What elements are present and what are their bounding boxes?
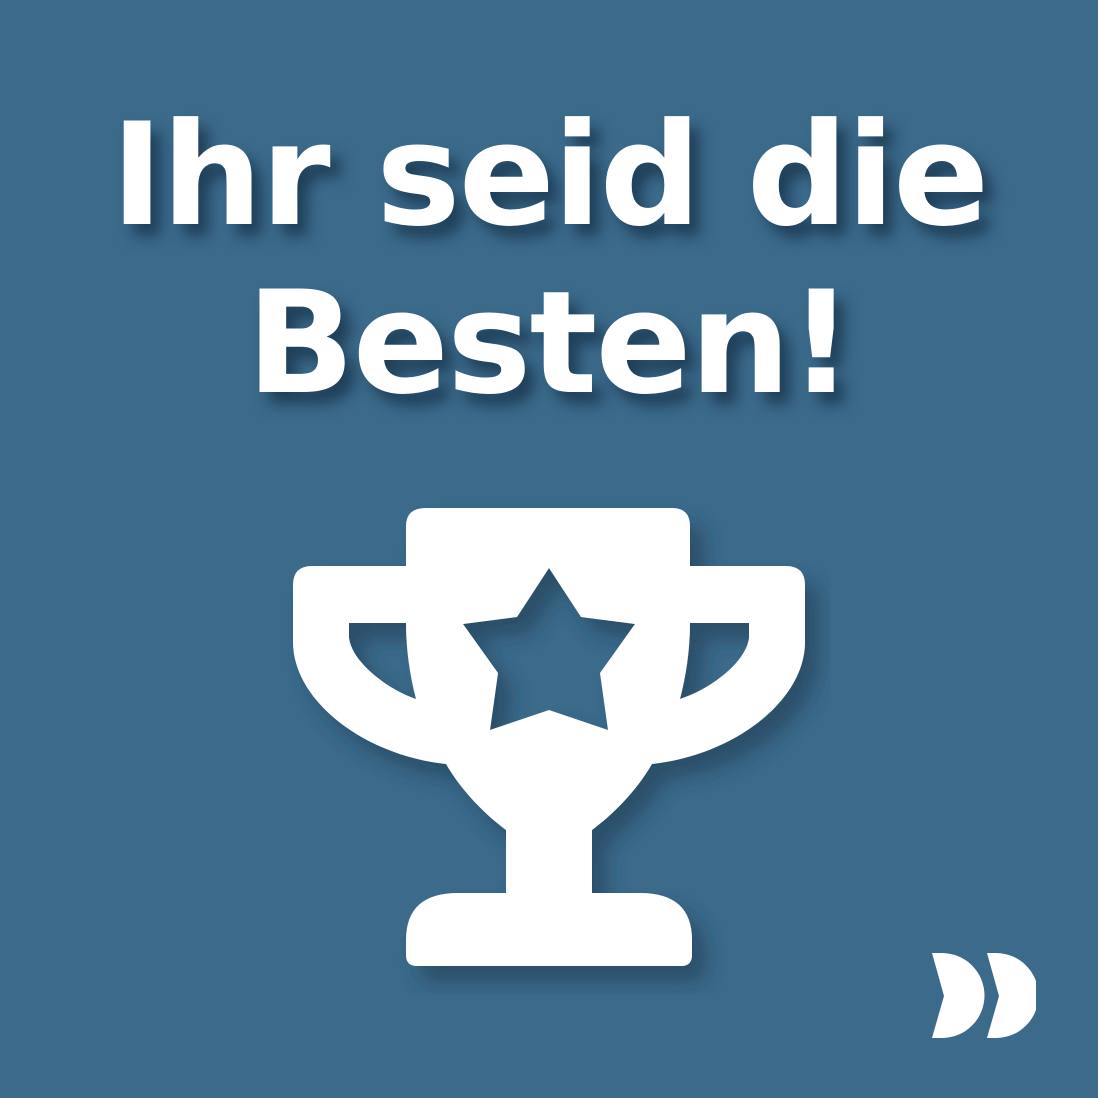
trophy-star-icon — [293, 508, 805, 966]
double-chevron-logo — [932, 953, 1036, 1038]
headline-line-1: Ihr seid die — [110, 93, 990, 258]
headline-line-2: Besten! — [246, 261, 853, 426]
headline: Ihr seid die Besten! — [0, 92, 1098, 428]
